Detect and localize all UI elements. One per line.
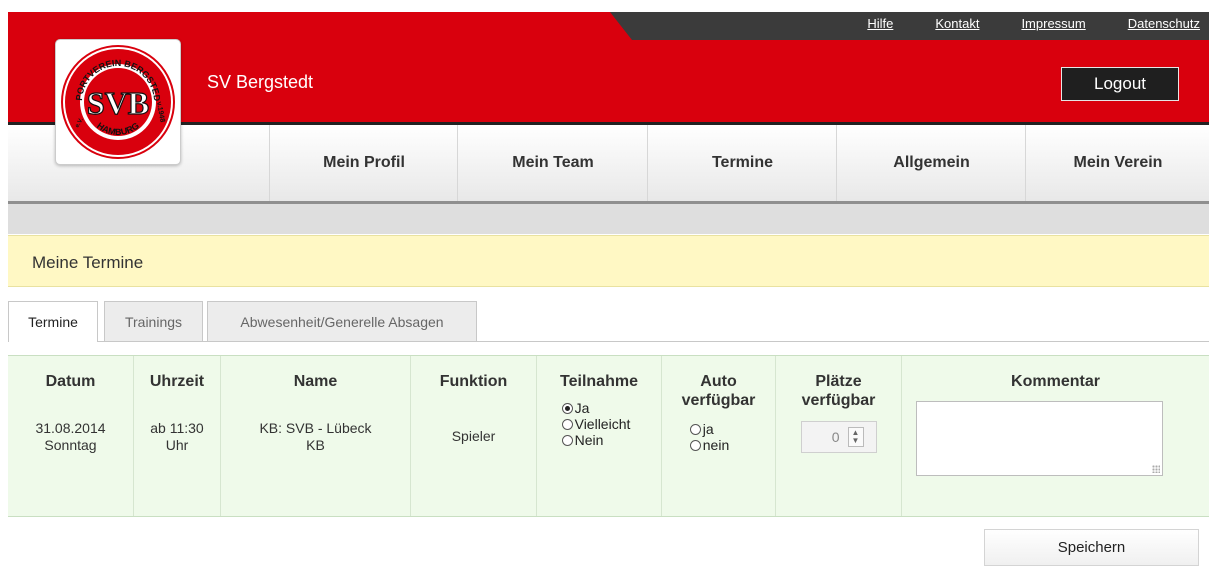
radio-auto-nein-label: nein bbox=[702, 437, 730, 453]
tab-termine[interactable]: Termine bbox=[8, 301, 98, 342]
help-link[interactable]: Hilfe bbox=[867, 16, 893, 31]
radio-auto-ja-label: ja bbox=[702, 421, 714, 437]
contact-link[interactable]: Kontakt bbox=[935, 16, 979, 31]
nav-item-termine[interactable]: Termine bbox=[647, 125, 837, 201]
stepper-arrows-icon[interactable]: ▲ ▼ bbox=[847, 427, 864, 447]
nav-item-mein-team[interactable]: Mein Team bbox=[457, 125, 648, 201]
page-title: Meine Termine bbox=[32, 253, 144, 272]
cell-time: ab 11:30 bbox=[150, 420, 204, 436]
header-kommentar: Kommentar bbox=[1011, 373, 1100, 390]
cell-name-2: KB bbox=[306, 437, 325, 453]
main-nav: Mein Profil Mein Team Termine Allgemein … bbox=[8, 122, 1209, 204]
col-funktion: Funktion Spieler bbox=[410, 356, 536, 516]
header-auto-line2: verfügbar bbox=[681, 392, 756, 409]
header-plaetze: Plätze verfügbar bbox=[776, 372, 901, 410]
header-name: Name bbox=[293, 373, 338, 390]
radio-ja[interactable]: Ja bbox=[561, 400, 631, 416]
header-teilnahme: Teilnahme bbox=[560, 373, 638, 390]
appointments-table: Datum 31.08.2014 Sonntag Uhrzeit ab 11:3… bbox=[8, 355, 1209, 517]
resize-grip-icon[interactable] bbox=[1152, 465, 1160, 473]
club-logo[interactable]: SPORTVEREIN BERGSTEDT HAMBURG SVB v.1948… bbox=[53, 32, 181, 165]
cell-weekday: Sonntag bbox=[44, 437, 97, 453]
logo-center-text: SVB bbox=[87, 85, 149, 121]
tab-trainings[interactable]: Trainings bbox=[104, 301, 203, 341]
nav-item-mein-verein[interactable]: Mein Verein bbox=[1025, 125, 1209, 201]
nav-item-mein-profil[interactable]: Mein Profil bbox=[269, 125, 458, 201]
radio-auto-ja[interactable]: ja bbox=[689, 421, 729, 437]
seats-stepper[interactable]: 0 ▲ ▼ bbox=[800, 421, 877, 453]
logout-button[interactable]: Logout bbox=[1061, 67, 1179, 101]
imprint-link[interactable]: Impressum bbox=[1021, 16, 1085, 31]
section-header: Meine Termine bbox=[8, 235, 1209, 287]
radio-nein-label: Nein bbox=[574, 432, 604, 448]
cell-function: Spieler bbox=[451, 428, 496, 444]
seats-value[interactable]: 0 bbox=[802, 429, 848, 445]
radio-auto-ja-control[interactable] bbox=[689, 423, 701, 435]
tab-bar: Termine Trainings Abwesenheit/Generelle … bbox=[8, 301, 1209, 342]
privacy-link[interactable]: Datenschutz bbox=[1128, 16, 1200, 31]
radio-auto-nein[interactable]: nein bbox=[689, 437, 730, 453]
page: Hilfe Kontakt Impressum Datenschutz SPOR… bbox=[0, 0, 1209, 587]
header-funktion: Funktion bbox=[439, 373, 508, 390]
radio-vielleicht[interactable]: Vielleicht bbox=[561, 416, 631, 432]
header-uhrzeit: Uhrzeit bbox=[149, 373, 205, 390]
sub-nav-bar bbox=[8, 204, 1209, 234]
auto-radio-group: ja nein bbox=[689, 421, 730, 453]
header-plaetze-line2: verfügbar bbox=[801, 392, 876, 409]
tab-abwesenheit[interactable]: Abwesenheit/Generelle Absagen bbox=[207, 301, 477, 341]
save-button[interactable]: Speichern bbox=[984, 529, 1199, 566]
header-auto-line1: Auto bbox=[700, 373, 737, 390]
col-datum: Datum 31.08.2014 Sonntag bbox=[8, 356, 133, 516]
header-plaetze-line1: Plätze bbox=[815, 373, 862, 390]
col-kommentar: Kommentar bbox=[901, 356, 1209, 516]
teilnahme-radio-group: Ja Vielleicht Nein bbox=[561, 400, 631, 448]
header-datum: Datum bbox=[45, 373, 96, 390]
cell-date: 31.08.2014 bbox=[35, 420, 106, 436]
cell-time-unit: Uhr bbox=[165, 437, 189, 453]
radio-ja-label: Ja bbox=[574, 400, 590, 416]
club-crest-icon: SPORTVEREIN BERGSTEDT HAMBURG SVB v.1948… bbox=[53, 32, 175, 159]
club-name: SV Bergstedt bbox=[207, 72, 314, 92]
col-name: Name KB: SVB - Lübeck KB bbox=[220, 356, 410, 516]
radio-ja-control[interactable] bbox=[561, 402, 573, 414]
col-plaetze: Plätze verfügbar 0 ▲ ▼ bbox=[775, 356, 901, 516]
radio-auto-nein-control[interactable] bbox=[689, 439, 701, 451]
plaetze-wrapper: 0 ▲ ▼ bbox=[776, 421, 901, 453]
nav-item-allgemein[interactable]: Allgemein bbox=[836, 125, 1026, 201]
radio-vielleicht-control[interactable] bbox=[561, 418, 573, 430]
header-auto: Auto verfügbar bbox=[662, 372, 775, 410]
col-uhrzeit: Uhrzeit ab 11:30 Uhr bbox=[133, 356, 220, 516]
cell-name: KB: SVB - Lübeck bbox=[259, 420, 372, 436]
col-auto: Auto verfügbar ja nein bbox=[661, 356, 775, 516]
comment-textarea[interactable] bbox=[916, 401, 1163, 476]
col-teilnahme: Teilnahme Ja Vielleicht Nein bbox=[536, 356, 661, 516]
top-links: Hilfe Kontakt Impressum Datenschutz bbox=[825, 16, 1200, 31]
radio-nein-control[interactable] bbox=[561, 434, 573, 446]
radio-nein[interactable]: Nein bbox=[561, 432, 631, 448]
radio-vielleicht-label: Vielleicht bbox=[574, 416, 631, 432]
